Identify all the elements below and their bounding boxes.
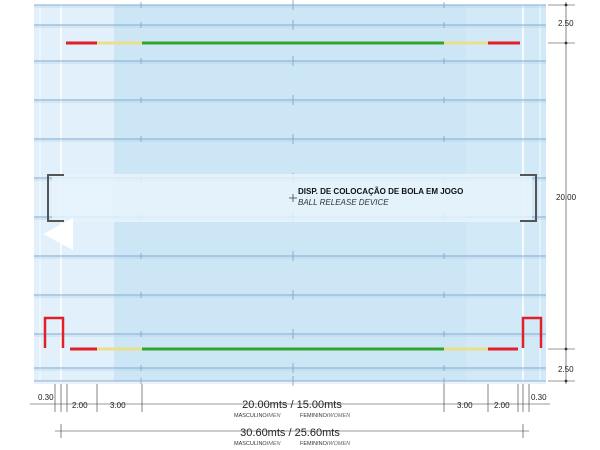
dim-bottom-right-2: 2.00 [494,401,510,410]
dim-bottom-left-1: 0.30 [38,393,54,402]
dim-right-bottom: 2.50 [558,365,574,374]
field-length-men: MASCULINO/MEN [234,413,280,419]
dim-right-middle: 20.00 [556,193,577,202]
device-subtitle: BALL RELEASE DEVICE [298,198,389,207]
dim-bottom-left-3: 3.00 [110,401,126,410]
field-length-women: FEMININO/WOMEN [300,413,350,419]
dim-bottom-right-1: 0.30 [531,393,547,402]
device-title: DISP. DE COLOCAÇÃO DE BOLA EM JOGO [298,187,463,196]
dim-bottom-left-2: 2.00 [72,401,88,410]
pool-length-label: 30.60mts / 25.60mts [240,427,340,439]
water-polo-field-diagram: DISP. DE COLOCAÇÃO DE BOLA EM JOGO BALL … [30,0,577,447]
field-length-label: 20.00mts / 15.00mts [242,399,342,411]
dim-bottom-right-3: 3.00 [457,401,473,410]
pool-length-men: MASCULINO/MEN [234,441,280,447]
pool-length-women: FEMININO/WOMEN [300,441,350,447]
dim-right-top: 2.50 [558,19,574,28]
